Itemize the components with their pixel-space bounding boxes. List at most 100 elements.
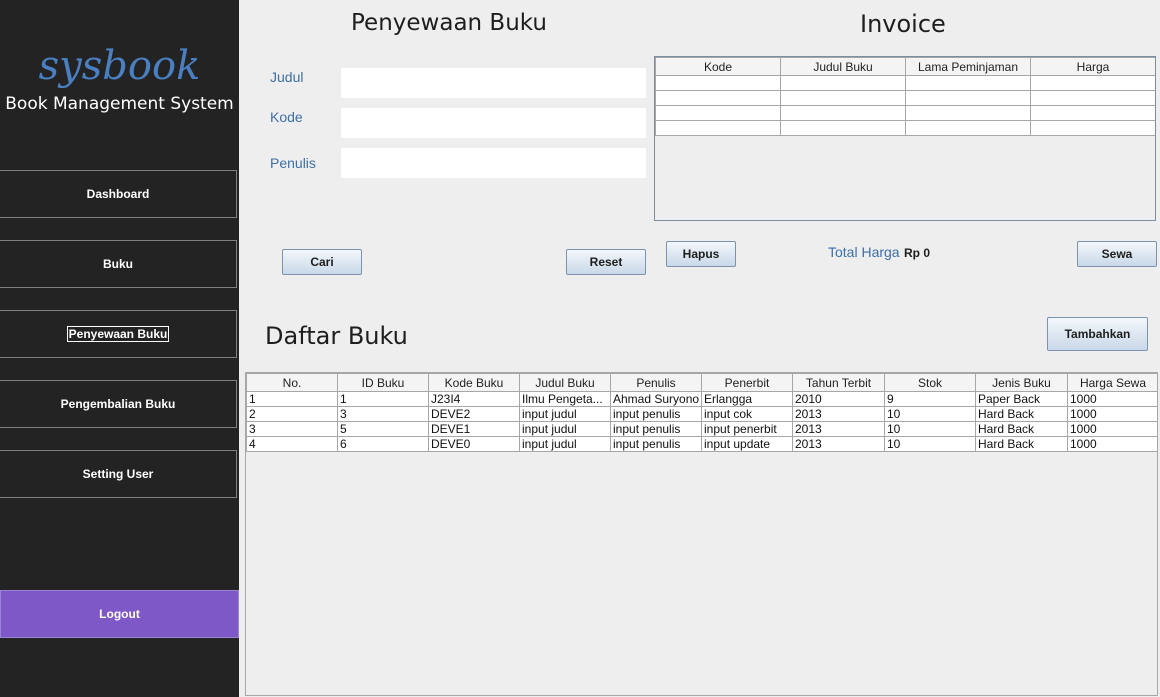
table-cell[interactable] [780, 105, 906, 121]
table-cell[interactable]: Hard Back [975, 436, 1068, 452]
invoice-row[interactable] [655, 105, 1155, 121]
table-cell[interactable]: input penulis [610, 436, 702, 452]
table-cell[interactable]: 1000 [1067, 406, 1157, 422]
table-cell[interactable] [1030, 120, 1155, 136]
table-cell[interactable]: 1000 [1067, 391, 1157, 407]
table-cell[interactable]: input penerbit [701, 421, 793, 437]
table-cell[interactable] [655, 90, 781, 106]
invoice-table[interactable]: Kode Judul Buku Lama Peminjaman Harga [655, 57, 1155, 136]
table-cell[interactable]: input judul [519, 406, 611, 422]
table-cell[interactable]: 2013 [792, 421, 885, 437]
book-row[interactable]: 4 6 DEVE0 input judul input penulis input upd… [246, 436, 1157, 452]
sewa-button[interactable]: Sewa [1077, 241, 1157, 267]
table-cell[interactable] [905, 90, 1031, 106]
invoice-table-panel[interactable]: Kode Judul Buku Lama Peminjaman Harga [654, 56, 1156, 221]
table-cell[interactable]: input judul [519, 421, 611, 437]
invoice-row[interactable] [655, 120, 1155, 136]
kode-input[interactable] [341, 108, 646, 138]
table-cell[interactable]: 1 [246, 391, 338, 407]
table-cell[interactable]: 1000 [1067, 421, 1157, 437]
table-cell[interactable]: Hard Back [975, 421, 1068, 437]
table-cell[interactable]: 2010 [792, 391, 885, 407]
invoice-title: Invoice [860, 10, 946, 38]
column-header[interactable]: No. [246, 373, 338, 392]
table-cell[interactable]: 5 [337, 421, 429, 437]
table-cell[interactable]: DEVE0 [428, 436, 520, 452]
table-cell[interactable]: 1000 [1067, 436, 1157, 452]
table-cell[interactable] [655, 105, 781, 121]
column-header[interactable]: Tahun Terbit [792, 373, 885, 392]
nav-dashboard-button[interactable]: Dashboard [0, 170, 237, 218]
logout-label: Logout [99, 607, 140, 621]
table-cell[interactable]: input penulis [610, 406, 702, 422]
table-cell[interactable] [1030, 105, 1155, 121]
books-table[interactable]: No. ID Buku Kode Buku Judul Buku Penulis Pene… [246, 373, 1157, 452]
column-header[interactable]: ID Buku [337, 373, 429, 392]
table-cell[interactable]: Paper Back [975, 391, 1068, 407]
table-cell[interactable]: 1 [337, 391, 429, 407]
table-cell[interactable]: DEVE1 [428, 421, 520, 437]
nav-pengembalian-buku-button[interactable]: Pengembalian Buku [0, 380, 237, 428]
table-cell[interactable]: input penulis [610, 421, 702, 437]
table-cell[interactable]: 6 [337, 436, 429, 452]
table-cell[interactable]: 3 [246, 421, 338, 437]
hapus-button[interactable]: Hapus [666, 241, 736, 267]
column-header[interactable]: Judul Buku [519, 373, 611, 392]
column-header[interactable]: Judul Buku [780, 57, 906, 76]
column-header[interactable]: Kode [655, 57, 781, 76]
table-cell[interactable]: DEVE2 [428, 406, 520, 422]
table-cell[interactable] [1030, 90, 1155, 106]
column-header[interactable]: Kode Buku [428, 373, 520, 392]
table-cell[interactable]: input update [701, 436, 793, 452]
nav-setting-user-button[interactable]: Setting User [0, 450, 237, 498]
table-cell[interactable]: 10 [884, 436, 976, 452]
table-cell[interactable] [905, 105, 1031, 121]
book-row[interactable]: 3 5 DEVE1 input judul input penulis input pen… [246, 421, 1157, 437]
table-cell[interactable] [655, 75, 781, 91]
table-cell[interactable] [1030, 75, 1155, 91]
judul-input[interactable] [341, 68, 646, 98]
sidebar: sysbook Book Management System Dashboard… [0, 0, 239, 697]
nav-penyewaan-buku-button[interactable]: Penyewaan Buku [0, 310, 237, 358]
table-cell[interactable]: J23I4 [428, 391, 520, 407]
column-header[interactable]: Penerbit [701, 373, 793, 392]
column-header[interactable]: Penulis [610, 373, 702, 392]
table-cell[interactable] [780, 75, 906, 91]
book-row[interactable]: 1 1 J23I4 Ilmu Pengeta... Ahmad Suryono Erlan… [246, 391, 1157, 407]
column-header[interactable]: Jenis Buku [975, 373, 1068, 392]
table-cell[interactable] [780, 120, 906, 136]
column-header[interactable]: Lama Peminjaman [905, 57, 1031, 76]
cari-button[interactable]: Cari [282, 249, 362, 275]
table-cell[interactable]: 2013 [792, 406, 885, 422]
table-cell[interactable]: Ahmad Suryono [610, 391, 702, 407]
table-cell[interactable]: 10 [884, 421, 976, 437]
logout-button[interactable]: Logout [0, 590, 239, 638]
column-header[interactable]: Stok [884, 373, 976, 392]
book-row[interactable]: 2 3 DEVE2 input judul input penulis input cok… [246, 406, 1157, 422]
table-cell[interactable] [905, 120, 1031, 136]
table-cell[interactable]: Erlangga [701, 391, 793, 407]
table-cell[interactable]: 4 [246, 436, 338, 452]
column-header[interactable]: Harga [1030, 57, 1155, 76]
table-cell[interactable]: 9 [884, 391, 976, 407]
table-cell[interactable]: 10 [884, 406, 976, 422]
books-table-panel[interactable]: No. ID Buku Kode Buku Judul Buku Penulis Pene… [245, 372, 1158, 696]
table-cell[interactable]: Ilmu Pengeta... [519, 391, 611, 407]
table-cell[interactable]: 3 [337, 406, 429, 422]
table-cell[interactable] [905, 75, 1031, 91]
invoice-row[interactable] [655, 75, 1155, 91]
tambahkan-button[interactable]: Tambahkan [1047, 317, 1148, 351]
column-header[interactable]: Harga Sewa [1067, 373, 1157, 392]
table-cell[interactable]: 2013 [792, 436, 885, 452]
total-harga-label: Total Harga [828, 244, 900, 260]
reset-button[interactable]: Reset [566, 249, 646, 275]
table-cell[interactable]: Hard Back [975, 406, 1068, 422]
table-cell[interactable]: input judul [519, 436, 611, 452]
table-cell[interactable]: input cok [701, 406, 793, 422]
nav-buku-button[interactable]: Buku [0, 240, 237, 288]
table-cell[interactable]: 2 [246, 406, 338, 422]
table-cell[interactable] [780, 90, 906, 106]
table-cell[interactable] [655, 120, 781, 136]
invoice-row[interactable] [655, 90, 1155, 106]
penulis-input[interactable] [341, 148, 646, 178]
